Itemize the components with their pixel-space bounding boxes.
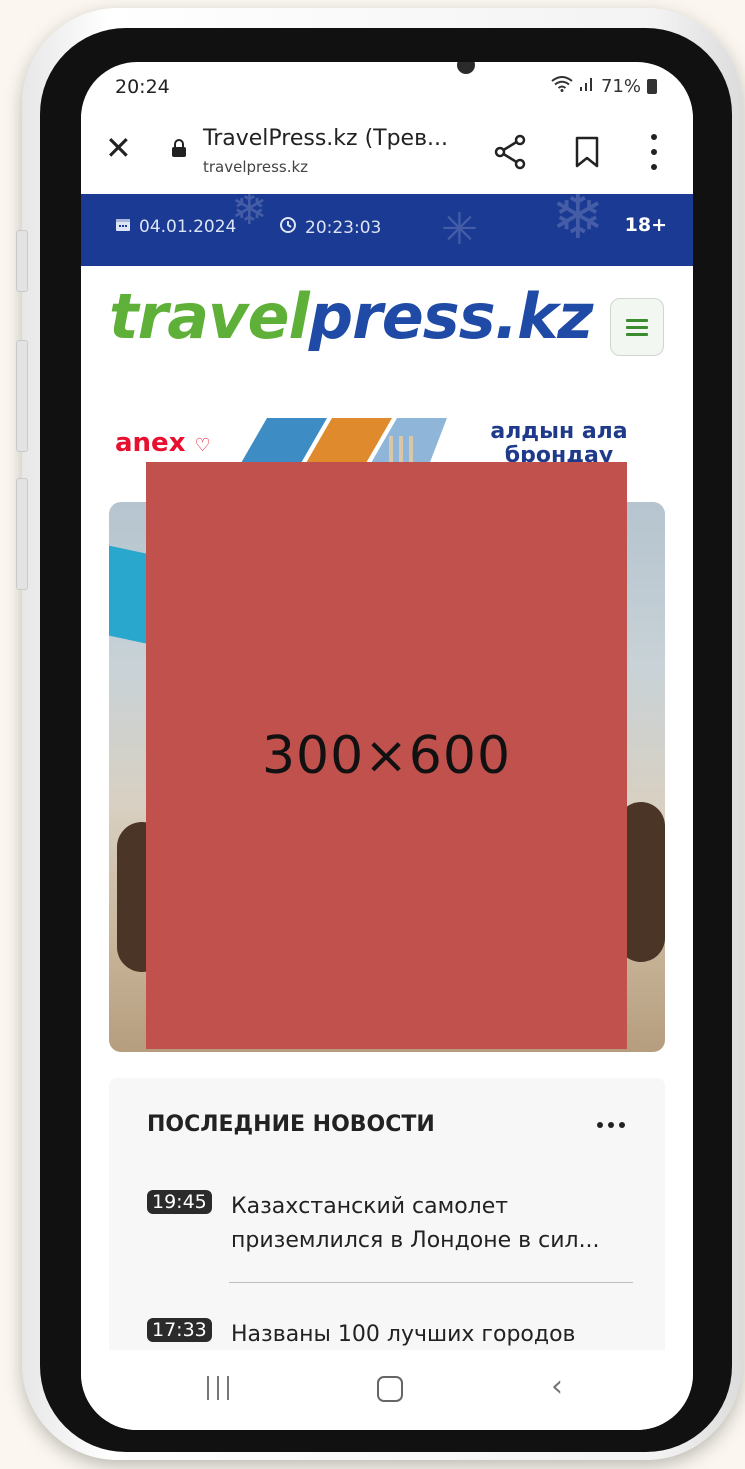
news-time-badge: 19:45: [147, 1190, 212, 1214]
logo-part-press: press.kz: [308, 280, 594, 353]
ad-size-label: 300×600: [261, 725, 512, 786]
date-display: 04.01.2024: [115, 216, 236, 237]
clock-display: 20:23:03: [279, 216, 381, 239]
phone-screen: 20:24 71% ✕ TravelPress.kz (Трев... trav…: [81, 62, 693, 1430]
phone-side-button: [16, 230, 28, 292]
site-topbar: ❄ ✳ ❄ 04.01.2024 20:23:03 18+: [81, 194, 693, 266]
page-title[interactable]: TravelPress.kz (Трев...: [203, 126, 448, 151]
snowflake-decoration: ✳: [441, 204, 478, 255]
status-time: 20:24: [115, 76, 170, 98]
news-title[interactable]: Названы 100 лучших городов: [231, 1318, 631, 1352]
news-title[interactable]: Казахстанский самолет приземлился в Лонд…: [231, 1190, 631, 1258]
browser-toolbar: ✕ TravelPress.kz (Трев... travelpress.kz: [81, 114, 693, 194]
date-text: 04.01.2024: [139, 216, 237, 237]
anex-brand: anex ♡: [115, 428, 211, 458]
recent-apps-icon[interactable]: [207, 1376, 229, 1400]
system-navigation-bar: ‹: [81, 1350, 693, 1430]
age-rating-badge: 18+: [624, 214, 667, 236]
site-logo[interactable]: travelpress.kz: [109, 280, 594, 353]
heart-icon: ♡: [194, 435, 211, 456]
ad-placeholder[interactable]: 300×600: [146, 462, 627, 1049]
lock-icon[interactable]: [171, 138, 187, 158]
wifi-icon: [551, 76, 573, 97]
back-icon[interactable]: ‹: [551, 1372, 563, 1402]
phone-volume-button: [16, 340, 28, 452]
clock-icon: [279, 216, 297, 239]
share-icon[interactable]: [493, 132, 527, 172]
snowflake-decoration: ❄: [551, 194, 605, 254]
phone-power-button: [16, 478, 28, 590]
more-horiz-icon[interactable]: [597, 1122, 625, 1128]
news-time-badge: 17:33: [147, 1318, 212, 1342]
signal-icon: [579, 76, 595, 97]
status-icons: 71%: [551, 76, 657, 97]
close-icon[interactable]: ✕: [105, 132, 132, 164]
battery-text: 71%: [600, 76, 641, 97]
ad-banner-text: алдын ала брондау: [490, 419, 628, 468]
clock-text: 20:23:03: [305, 217, 382, 238]
status-bar: 20:24 71%: [81, 62, 693, 114]
snowflake-decoration: ❄: [231, 194, 268, 235]
news-divider: [229, 1282, 633, 1283]
bookmark-icon[interactable]: [575, 136, 599, 168]
hamburger-menu-button[interactable]: [610, 298, 664, 356]
news-heading: ПОСЛЕДНИЕ НОВОСТИ: [147, 1112, 435, 1137]
battery-icon: [647, 79, 657, 94]
more-vert-icon[interactable]: [647, 134, 661, 170]
page-url[interactable]: travelpress.kz: [203, 158, 308, 176]
home-icon[interactable]: [377, 1376, 403, 1402]
calendar-icon: [115, 216, 131, 237]
logo-part-travel: travel: [109, 280, 310, 353]
